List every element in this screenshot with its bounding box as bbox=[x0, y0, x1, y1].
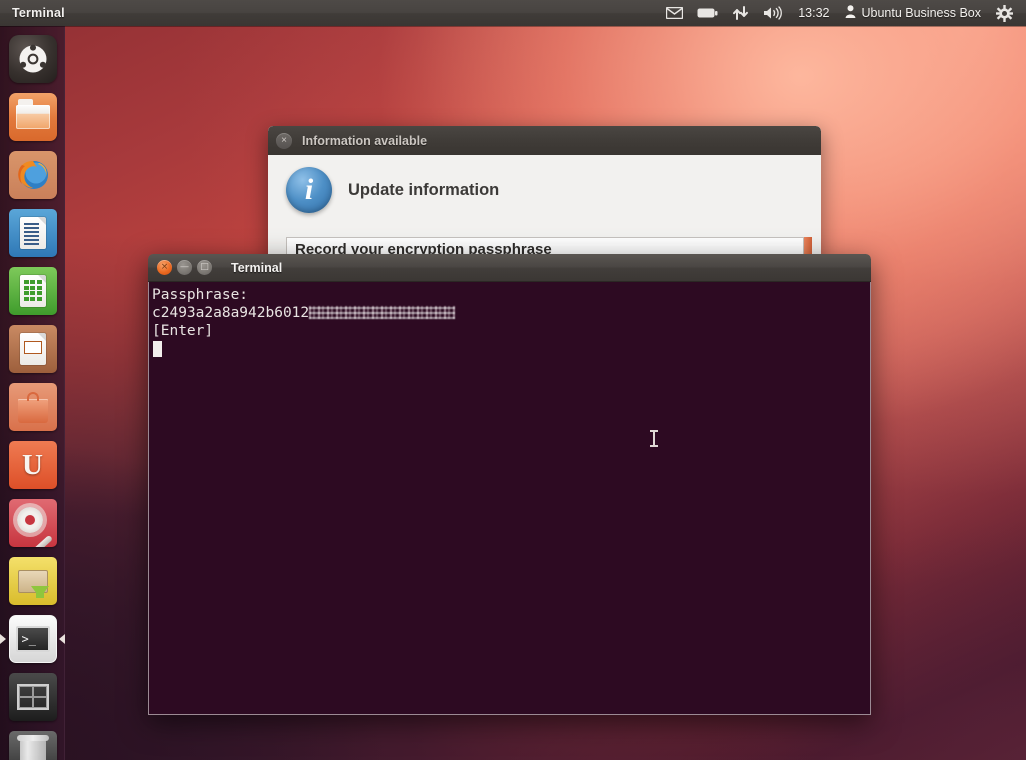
dialog-titlebar[interactable]: × Information available bbox=[268, 126, 821, 155]
terminal-line: Passphrase: bbox=[151, 286, 870, 304]
software-updater-icon bbox=[9, 557, 57, 605]
dialog-title: Information available bbox=[302, 134, 427, 148]
terminal-cursor bbox=[153, 341, 162, 357]
terminal-icon: >_ bbox=[9, 615, 57, 663]
panel-clock[interactable]: 13:32 bbox=[790, 6, 837, 20]
ubuntu-software-center-icon bbox=[9, 383, 57, 431]
launcher-running-pip bbox=[0, 634, 6, 644]
files-folder-icon bbox=[9, 93, 57, 141]
desktop-screen: Terminal bbox=[0, 0, 1026, 760]
messaging-envelope-icon[interactable] bbox=[659, 0, 690, 26]
panel-indicator-area: 13:32 Ubuntu Business Box bbox=[659, 0, 1026, 26]
libreoffice-impress-icon bbox=[9, 325, 57, 373]
launcher-item-software-center[interactable] bbox=[0, 378, 65, 436]
launcher-item-trash[interactable] bbox=[0, 726, 65, 760]
dialog-body: i Update information Record your encrypt… bbox=[268, 155, 821, 261]
terminal-line-passphrase: c2493a2a8a942b6012 bbox=[151, 304, 870, 322]
launcher-item-files[interactable] bbox=[0, 88, 65, 146]
ubuntu-dash-icon bbox=[9, 35, 57, 83]
launcher-item-libreoffice-impress[interactable] bbox=[0, 320, 65, 378]
terminal-titlebar[interactable]: × — □ Terminal bbox=[148, 254, 871, 282]
launcher-item-libreoffice-calc[interactable] bbox=[0, 262, 65, 320]
terminal-window: × — □ Terminal Passphrase: c2493a2a8a942… bbox=[148, 254, 871, 715]
launcher-item-dash[interactable] bbox=[0, 30, 65, 88]
launcher-item-firefox[interactable] bbox=[0, 146, 65, 204]
launcher-item-ubuntu-one[interactable]: U bbox=[0, 436, 65, 494]
battery-icon[interactable] bbox=[690, 0, 725, 26]
session-gear-icon[interactable] bbox=[989, 0, 1020, 26]
maximize-icon[interactable]: □ bbox=[197, 260, 212, 275]
close-icon[interactable]: × bbox=[276, 133, 292, 149]
launcher-item-workspace-switcher[interactable] bbox=[0, 668, 65, 726]
information-dialog-window: × Information available i Update informa… bbox=[268, 126, 821, 261]
terminal-line: [Enter] bbox=[151, 322, 870, 340]
system-settings-icon bbox=[9, 499, 57, 547]
launcher-item-terminal[interactable]: >_ bbox=[0, 610, 65, 668]
firefox-icon bbox=[9, 151, 57, 199]
user-avatar-icon bbox=[845, 5, 856, 21]
passphrase-redacted-remainder bbox=[309, 306, 455, 319]
network-updown-icon[interactable] bbox=[725, 0, 756, 26]
volume-icon[interactable] bbox=[756, 0, 790, 26]
dialog-heading: Update information bbox=[348, 181, 499, 200]
launcher-focused-pip bbox=[59, 634, 65, 644]
minimize-icon[interactable]: — bbox=[177, 260, 192, 275]
ubuntu-one-icon: U bbox=[9, 441, 57, 489]
unity-launcher: U >_ bbox=[0, 26, 65, 760]
terminal-output-area[interactable]: Passphrase: c2493a2a8a942b6012 [Enter] bbox=[148, 282, 871, 715]
launcher-item-software-updater[interactable] bbox=[0, 552, 65, 610]
libreoffice-calc-icon bbox=[9, 267, 57, 315]
info-icon: i bbox=[286, 167, 332, 213]
trash-icon bbox=[9, 731, 57, 760]
session-username: Ubuntu Business Box bbox=[861, 6, 981, 20]
workspace-switcher-icon bbox=[9, 673, 57, 721]
dialog-header-row: i Update information bbox=[268, 155, 821, 213]
launcher-item-system-settings[interactable] bbox=[0, 494, 65, 552]
mouse-ibeam-cursor bbox=[650, 430, 658, 447]
ubuntu-one-letter: U bbox=[22, 451, 43, 480]
launcher-item-libreoffice-writer[interactable] bbox=[0, 204, 65, 262]
top-panel: Terminal bbox=[0, 0, 1026, 26]
session-indicator[interactable]: Ubuntu Business Box bbox=[837, 5, 989, 21]
passphrase-visible-prefix: c2493a2a8a942b6012 bbox=[152, 305, 309, 321]
panel-app-title[interactable]: Terminal bbox=[12, 6, 65, 20]
libreoffice-writer-icon bbox=[9, 209, 57, 257]
close-icon[interactable]: × bbox=[157, 260, 172, 275]
terminal-title: Terminal bbox=[231, 261, 282, 275]
terminal-cursor-line bbox=[151, 340, 870, 358]
